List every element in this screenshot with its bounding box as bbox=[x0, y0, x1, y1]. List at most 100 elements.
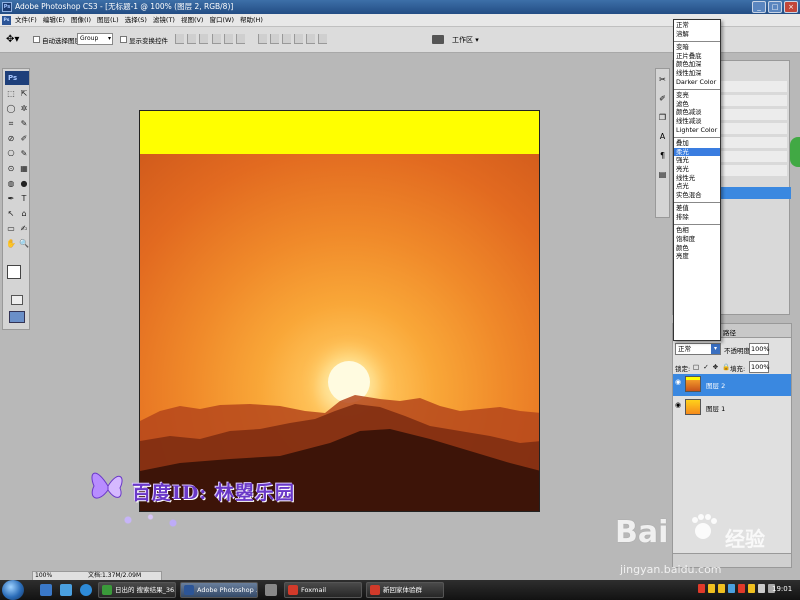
align-left-icon[interactable] bbox=[212, 34, 221, 44]
task-button-qq-group[interactable]: 新回家体验群 bbox=[366, 582, 444, 598]
blend-mode-option[interactable]: 变亮 bbox=[674, 91, 720, 100]
tray-icon[interactable] bbox=[708, 584, 715, 593]
align-hcenter-icon[interactable] bbox=[224, 34, 233, 44]
blend-mode-option[interactable]: 线性光 bbox=[674, 174, 720, 183]
tool-icon[interactable]: ▦ bbox=[18, 162, 30, 176]
auto-select-dropdown[interactable]: Group ▾ bbox=[77, 33, 113, 45]
blend-mode-option[interactable]: Lighter Color bbox=[674, 126, 720, 135]
align-bottom-icon[interactable] bbox=[199, 34, 208, 44]
blend-mode-option[interactable]: 点光 bbox=[674, 182, 720, 191]
tool-icon[interactable]: ↖ bbox=[5, 207, 17, 221]
tool-icon[interactable]: ✎ bbox=[18, 117, 30, 131]
start-button[interactable] bbox=[2, 580, 24, 600]
tools-preset-icon[interactable]: ✂ bbox=[656, 72, 669, 88]
tool-icon[interactable]: 🔍 bbox=[18, 237, 30, 251]
quicklaunch-app-icon[interactable] bbox=[265, 584, 277, 596]
tool-icon[interactable]: ⌂ bbox=[18, 207, 30, 221]
workspace-menu[interactable]: 工作区 ▾ bbox=[452, 35, 479, 45]
task-button-foxmail[interactable]: Foxmail bbox=[284, 582, 362, 598]
blend-mode-option[interactable]: 亮度 bbox=[674, 252, 720, 261]
character-icon[interactable]: A bbox=[656, 129, 669, 145]
foreground-color-swatch[interactable] bbox=[7, 265, 21, 279]
tray-icon[interactable] bbox=[738, 584, 745, 593]
menu-item[interactable]: 文件(F) bbox=[15, 14, 37, 27]
workspace-icon[interactable] bbox=[432, 35, 444, 44]
maximize-button[interactable]: □ bbox=[768, 1, 782, 13]
zoom-level[interactable]: 100% bbox=[35, 572, 52, 580]
tray-icon[interactable] bbox=[718, 584, 725, 593]
tray-icon[interactable] bbox=[728, 584, 735, 593]
blend-mode-option[interactable]: 溶解 bbox=[674, 30, 720, 39]
blend-mode-option[interactable]: 差值 bbox=[674, 204, 720, 213]
fill-input[interactable]: 100% bbox=[749, 361, 770, 373]
paragraph-icon[interactable]: ¶ bbox=[656, 148, 669, 164]
task-button-search[interactable]: 日出的 搜索结果_36... bbox=[98, 582, 176, 598]
blend-mode-option[interactable]: 饱和度 bbox=[674, 235, 720, 244]
blend-mode-option[interactable]: 排除 bbox=[674, 213, 720, 222]
ps-toolbox-logo[interactable]: Ps bbox=[5, 71, 29, 85]
tool-icon[interactable]: T bbox=[18, 192, 30, 206]
tool-icon[interactable]: ⇱ bbox=[18, 87, 30, 101]
minimize-button[interactable]: _ bbox=[752, 1, 766, 13]
tool-icon[interactable]: ✋ bbox=[5, 237, 17, 251]
move-tool-icon[interactable]: ✥▾ bbox=[6, 34, 19, 45]
task-button-photoshop[interactable]: Adobe Photoshop ... bbox=[180, 582, 258, 598]
menu-item[interactable]: 滤镜(T) bbox=[153, 14, 175, 27]
eye-icon[interactable]: ◉ bbox=[675, 401, 683, 413]
blend-mode-option[interactable]: 实色混合 bbox=[674, 191, 720, 200]
menu-item[interactable]: 窗口(W) bbox=[209, 14, 234, 27]
quicklaunch-desktop-icon[interactable] bbox=[40, 584, 52, 596]
tool-icon[interactable]: ⊙ bbox=[5, 162, 17, 176]
blend-mode-select[interactable]: 正常 ▾ bbox=[675, 343, 721, 355]
blend-mode-option[interactable]: 叠加 bbox=[674, 139, 720, 148]
brush-icon[interactable]: ✐ bbox=[656, 91, 669, 107]
tool-icon[interactable]: ✎ bbox=[18, 147, 30, 161]
menu-item[interactable]: 选择(S) bbox=[125, 14, 147, 27]
clone-source-icon[interactable]: ❐ bbox=[656, 110, 669, 126]
lock-icons[interactable]: □ ✓ ✥ 🔒 bbox=[693, 363, 731, 371]
show-transform-checkbox[interactable] bbox=[120, 36, 127, 43]
menu-item[interactable]: 图层(L) bbox=[97, 14, 119, 27]
tool-icon[interactable]: ⊘ bbox=[5, 132, 17, 146]
ps-menu-icon[interactable]: Ps bbox=[2, 16, 11, 25]
blend-mode-option[interactable]: Darker Color bbox=[674, 78, 720, 87]
distribute-top-icon[interactable] bbox=[258, 34, 267, 44]
blend-mode-option[interactable]: 强光 bbox=[674, 156, 720, 165]
layer-row-2[interactable]: ◉ 图层 2 bbox=[673, 374, 791, 396]
blend-mode-option[interactable]: 色相 bbox=[674, 226, 720, 235]
menu-item[interactable]: 图像(I) bbox=[71, 14, 91, 27]
paths-tab[interactable]: 路径 bbox=[723, 327, 736, 337]
layer-row-1[interactable]: ◉ 图层 1 bbox=[673, 397, 791, 419]
tool-icon[interactable]: ● bbox=[18, 177, 30, 191]
clock[interactable]: 19:01 bbox=[772, 585, 792, 593]
align-top-icon[interactable] bbox=[175, 34, 184, 44]
screen-mode-icon[interactable] bbox=[9, 311, 25, 323]
tool-icon[interactable]: ✍ bbox=[18, 222, 30, 236]
eye-icon[interactable]: ◉ bbox=[675, 378, 683, 390]
close-button[interactable]: × bbox=[784, 1, 798, 13]
menu-item[interactable]: 帮助(H) bbox=[240, 14, 263, 27]
tray-icon[interactable] bbox=[698, 584, 705, 593]
blend-mode-option[interactable]: 亮光 bbox=[674, 165, 720, 174]
blend-mode-option[interactable]: 颜色减淡 bbox=[674, 108, 720, 117]
distribute-vcenter-icon[interactable] bbox=[270, 34, 279, 44]
distribute-hcenter-icon[interactable] bbox=[306, 34, 315, 44]
tool-icon[interactable]: ⌗ bbox=[5, 117, 17, 131]
volume-icon[interactable] bbox=[758, 584, 765, 593]
layer-comps-icon[interactable]: ▤ bbox=[656, 167, 669, 183]
tool-icon[interactable]: ◍ bbox=[5, 177, 17, 191]
tool-icon[interactable]: ⎔ bbox=[5, 147, 17, 161]
blend-mode-option[interactable]: 颜色加深 bbox=[674, 60, 720, 69]
tool-icon[interactable]: ✐ bbox=[18, 132, 30, 146]
quicklaunch-ie-icon[interactable] bbox=[60, 584, 72, 596]
blend-mode-option[interactable]: 线性加深 bbox=[674, 69, 720, 78]
menu-item[interactable]: 编辑(E) bbox=[43, 14, 65, 27]
tool-icon[interactable]: ⬚ bbox=[5, 87, 17, 101]
align-right-icon[interactable] bbox=[236, 34, 245, 44]
document-canvas[interactable] bbox=[139, 110, 540, 512]
menu-item[interactable]: 视图(V) bbox=[181, 14, 204, 27]
quick-mask-icon[interactable] bbox=[11, 295, 23, 305]
distribute-left-icon[interactable] bbox=[294, 34, 303, 44]
align-vcenter-icon[interactable] bbox=[187, 34, 196, 44]
tool-icon[interactable]: ▭ bbox=[5, 222, 17, 236]
